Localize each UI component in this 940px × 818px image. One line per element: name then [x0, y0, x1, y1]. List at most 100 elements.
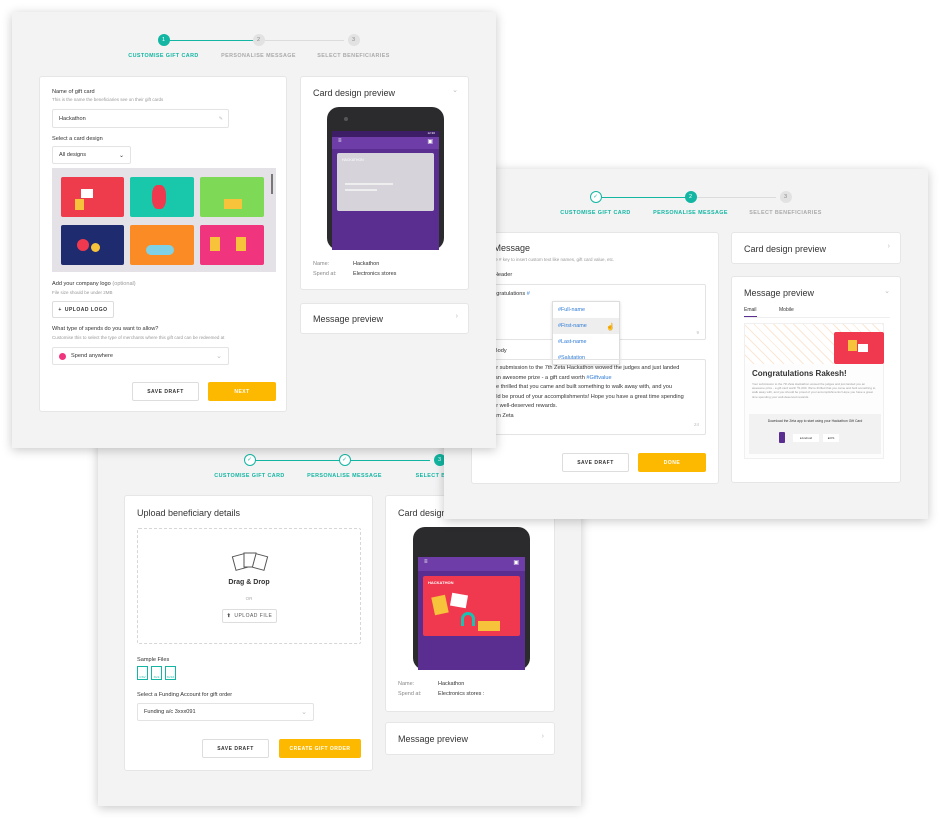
chevron-down-icon: ⌄ — [884, 288, 890, 295]
placeholder-dropdown: #Full-name #First-name #Last-name #Salut… — [552, 301, 620, 365]
body-line: e're thrilled that you came and built so… — [490, 384, 673, 391]
phone-screen: 12:30 ≡ ▣ HACKATHON — [332, 131, 439, 250]
shape — [146, 245, 174, 255]
body-line: our submission to the 7th Zeta Hackathon… — [490, 365, 680, 371]
step-customise[interactable]: ✓ CUSTOMISE GIFT CARD — [548, 191, 643, 216]
shape — [91, 243, 100, 252]
shape — [848, 340, 857, 351]
ios-badge[interactable]: ● iOS — [823, 434, 839, 442]
char-counter: 9 — [696, 330, 699, 335]
save-draft-button[interactable]: SAVE DRAFT — [202, 739, 269, 758]
upload-logo-button[interactable]: + UPLOAD LOGO — [52, 301, 114, 318]
email-card-image — [834, 332, 884, 364]
message-preview-card[interactable]: Message preview › — [300, 303, 469, 334]
shape — [478, 621, 500, 631]
card-title: Card design — [398, 508, 447, 518]
badge-text: Android — [801, 436, 813, 440]
design-tile[interactable] — [61, 225, 124, 265]
email-preview: Congratulations Rakesh! Your submission … — [744, 323, 884, 459]
design-label: Select a card design — [52, 136, 103, 142]
funding-account-select[interactable]: Funding a/c 3xxx091 ⌄ — [137, 703, 314, 721]
label-text: Add your company logo — [52, 281, 111, 287]
file-download-icon[interactable]: CSV — [137, 666, 148, 680]
step-check-icon: ✓ — [338, 454, 351, 466]
file-download-icon[interactable]: XLSX — [165, 666, 176, 680]
tab-mobile[interactable]: Mobile — [779, 307, 794, 313]
phone-mockup: ≡ ▣ HACKATHON — [413, 527, 530, 670]
sample-files-label: Sample Files — [137, 657, 170, 663]
message-body-input[interactable]: our submission to the 7th Zeta Hackathon… — [483, 359, 706, 435]
design-tile[interactable] — [130, 225, 194, 265]
spends-select[interactable]: Spend anywhere ⌄ — [52, 347, 229, 365]
button-label: NEXT — [234, 388, 250, 395]
gift-card-art: HACKATHON — [423, 576, 520, 636]
shape — [449, 592, 469, 609]
message-preview-card[interactable]: Message preview › — [385, 722, 555, 755]
download-box: Download the Zeta app to start using you… — [749, 414, 881, 454]
save-draft-button[interactable]: SAVE DRAFT — [562, 453, 629, 472]
placeholder-line — [345, 189, 377, 191]
step-check-icon: ✓ — [589, 191, 602, 203]
scrollbar[interactable] — [271, 174, 273, 194]
design-tile[interactable] — [200, 225, 264, 265]
upload-file-button[interactable]: ⬆ UPLOAD FILE — [222, 609, 277, 623]
step-personalise[interactable]: ✓ PERSONALISE MESSAGE — [297, 454, 392, 479]
value: Hackathon — [353, 261, 380, 267]
design-gallery — [52, 168, 276, 272]
spends-help: Customise this to select the type of mer… — [52, 335, 225, 340]
dropdown-item[interactable]: #Last-name — [553, 334, 619, 350]
chevron-right-icon: › — [541, 733, 544, 740]
create-gift-order-button[interactable]: CREATE GIFT ORDER — [279, 739, 361, 758]
card-design-preview-card: Card design ≡ ▣ HACKATHON Name: Hackathon … — [385, 495, 555, 712]
file-download-icon[interactable]: XLS — [151, 666, 162, 680]
key: Name: — [398, 681, 415, 687]
char-counter: 24 — [693, 422, 699, 428]
step-customise[interactable]: 1 CUSTOMISE GIFT CARD — [116, 34, 211, 59]
chevron-down-icon: ⌄ — [216, 353, 222, 360]
step-label: PERSONALISE MESSAGE — [653, 210, 728, 216]
cursor-icon: ☝ — [606, 324, 615, 331]
step-select[interactable]: 3 SELECT BENEFICIARIES — [738, 191, 833, 216]
next-button[interactable]: NEXT — [208, 382, 276, 401]
badge-text: iOS — [829, 436, 835, 440]
gift-card-name-input[interactable]: Hackathon ✎ — [52, 109, 229, 128]
design-tile[interactable] — [130, 177, 194, 217]
chevron-down-icon: ⌄ — [301, 709, 307, 716]
card-design-preview-collapsed[interactable]: Card design preview › — [731, 232, 901, 264]
step-label: PERSONALISE MESSAGE — [221, 53, 296, 59]
button-label: DONE — [663, 459, 681, 466]
save-draft-button[interactable]: SAVE DRAFT — [132, 382, 199, 401]
step-customise[interactable]: ✓ CUSTOMISE GIFT CARD — [202, 454, 297, 479]
edit-icon: ✎ — [218, 115, 223, 122]
body-line: eam Zeta — [490, 412, 514, 419]
app-bar: ≡ ▣ — [418, 557, 525, 571]
drop-zone[interactable]: Drag & Drop OR ⬆ UPLOAD FILE — [137, 528, 361, 644]
design-tile[interactable] — [61, 177, 124, 217]
input-value: Hackathon — [59, 115, 86, 122]
upload-icon: ⬆ — [226, 613, 232, 619]
android-badge[interactable]: ● Android — [793, 434, 819, 442]
button-label: UPLOAD LOGO — [64, 306, 108, 313]
step-personalise[interactable]: 2 PERSONALISE MESSAGE — [211, 34, 306, 59]
card-label: HACKATHON — [342, 158, 364, 162]
sample-files: CSV XLS XLSX — [137, 666, 176, 680]
step-personalise[interactable]: 2 PERSONALISE MESSAGE — [643, 191, 738, 216]
spend-row: Spend at: Electronics stores — [313, 271, 396, 277]
step-number: 2 — [252, 34, 265, 46]
phone-screen: ≡ ▣ HACKATHON — [418, 557, 525, 670]
drag-drop-label: Drag & Drop — [228, 579, 270, 586]
design-tile[interactable] — [200, 177, 264, 217]
step-number: 3 — [779, 191, 792, 203]
spends-label: What type of spends do you want to allow… — [52, 326, 159, 332]
design-filter-select[interactable]: All designs ⌄ — [52, 146, 131, 164]
step-number: 2 — [684, 191, 697, 203]
chevron-down-icon: ⌄ — [118, 152, 124, 159]
tab-email[interactable]: Email — [744, 307, 757, 317]
chevron-right-icon: › — [887, 243, 890, 250]
shape — [461, 612, 475, 626]
dropdown-item[interactable]: #Full-name — [553, 302, 619, 318]
done-button[interactable]: DONE — [638, 453, 706, 472]
wallet-icon: ▣ — [513, 560, 519, 566]
shape — [75, 199, 84, 210]
step-select[interactable]: 3 SELECT BENEFICIARIES — [306, 34, 401, 59]
